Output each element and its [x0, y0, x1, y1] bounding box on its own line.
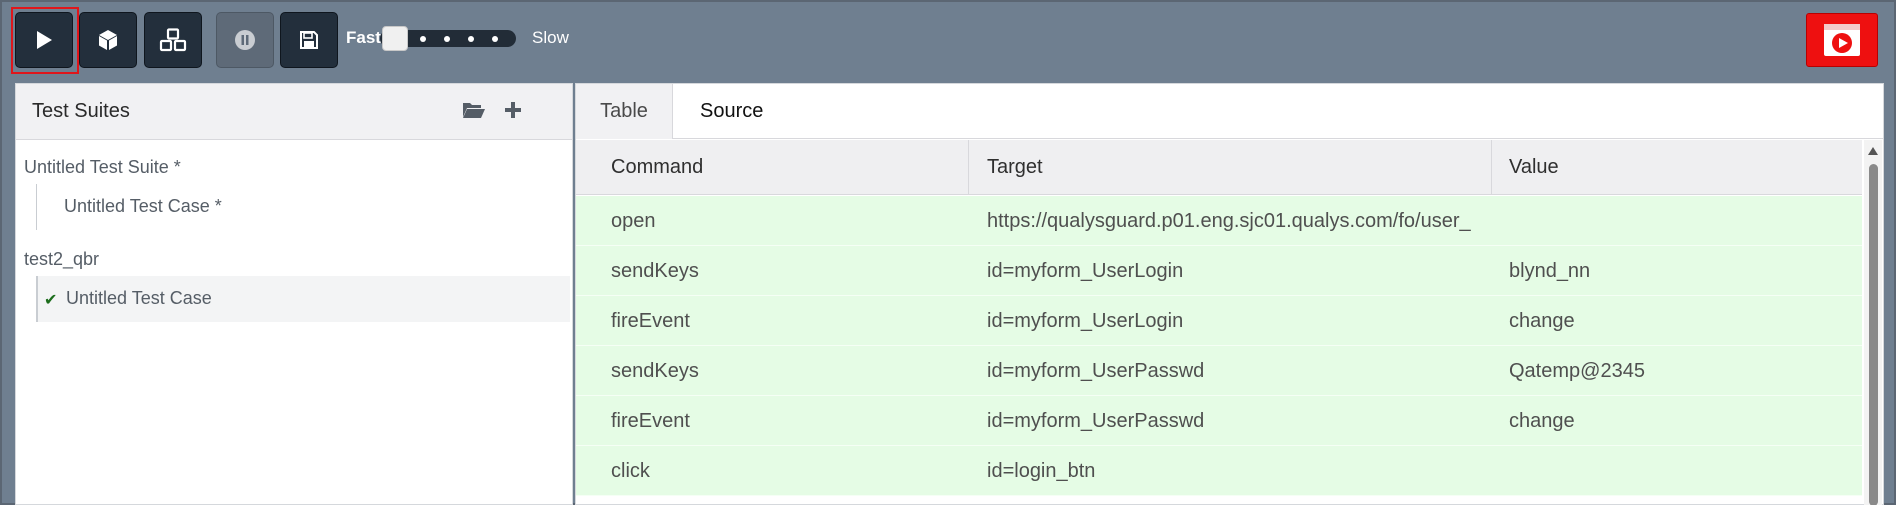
save-icon [300, 31, 318, 49]
value-cell: change [1509, 410, 1575, 432]
plus-icon[interactable] [504, 101, 522, 124]
suite-item[interactable]: test2_qbr [24, 249, 99, 270]
panel-header: Test Suites [16, 84, 572, 140]
folder-open-icon[interactable] [462, 100, 486, 125]
table-row[interactable]: sendKeys id=myform_UserLogin blynd_nn [576, 246, 1862, 296]
value-cell: change [1509, 310, 1575, 332]
speed-slider[interactable] [380, 26, 516, 51]
toolbar: Fast Slow [0, 0, 1896, 80]
run-test-button[interactable] [79, 12, 137, 68]
target-cell: id=myform_UserPasswd [987, 410, 1205, 432]
speed-step [420, 36, 426, 42]
target-cell: id=myform_UserLogin [987, 310, 1184, 332]
column-divider [1491, 140, 1492, 195]
table-header: Command Target Value [576, 140, 1862, 195]
column-header-value[interactable]: Value [1509, 156, 1559, 179]
editor-panel: Table Source Command Target Value open h… [575, 83, 1884, 505]
run-all-button[interactable] [144, 12, 202, 68]
table-row[interactable]: fireEvent id=myform_UserPasswd change [576, 396, 1862, 446]
test-case-item[interactable]: Untitled Test Case * [36, 184, 570, 230]
test-case-label: Untitled Test Case [66, 288, 212, 308]
target-cell: id=login_btn [987, 460, 1096, 482]
speed-slider-handle[interactable] [382, 26, 408, 51]
target-cell: https://qualysguard.p01.eng.sjc01.qualys… [987, 210, 1471, 232]
table-row[interactable]: click id=login_btn [576, 446, 1862, 496]
table-row[interactable]: sendKeys id=myform_UserPasswd Qatemp@234… [576, 346, 1862, 396]
scrollbar-thumb[interactable] [1869, 164, 1878, 505]
record-icon [1824, 24, 1860, 56]
table-row[interactable]: fireEvent id=myform_UserLogin change [576, 296, 1862, 346]
value-cell: Qatemp@2345 [1509, 360, 1645, 382]
command-table: Command Target Value open https://qualys… [576, 140, 1862, 505]
speed-slow-label: Slow [532, 28, 569, 47]
value-cell: blynd_nn [1509, 260, 1591, 282]
command-cell: sendKeys [611, 360, 699, 382]
command-cell: sendKeys [611, 260, 699, 282]
command-cell: fireEvent [611, 410, 690, 432]
column-divider [968, 140, 969, 195]
test-case-item-selected[interactable]: ✔ Untitled Test Case [36, 276, 570, 322]
speed-step [444, 36, 450, 42]
target-cell: id=myform_UserPasswd [987, 360, 1205, 382]
speed-step [492, 36, 498, 42]
speed-step [468, 36, 474, 42]
command-cell: open [611, 210, 656, 232]
column-header-command[interactable]: Command [611, 156, 703, 179]
panel-title: Test Suites [32, 100, 130, 122]
test-case-label: Untitled Test Case * [64, 196, 222, 216]
speed-fast-label: Fast [346, 28, 381, 47]
editor-tabs: Table Source [576, 84, 1883, 139]
vertical-scrollbar[interactable] [1864, 140, 1882, 505]
command-cell: fireEvent [611, 310, 690, 332]
play-icon [37, 31, 52, 49]
command-cell: click [611, 460, 650, 482]
cubes-icon [159, 28, 187, 52]
check-icon: ✔ [44, 292, 58, 309]
target-cell: id=myform_UserLogin [987, 260, 1184, 282]
pause-button[interactable] [216, 12, 274, 68]
cube-icon [99, 30, 117, 50]
column-header-target[interactable]: Target [987, 156, 1043, 179]
save-button[interactable] [280, 12, 338, 68]
suite-item[interactable]: Untitled Test Suite * [24, 157, 181, 178]
tab-source[interactable]: Source [700, 84, 763, 139]
scroll-up-arrow-icon[interactable] [1867, 146, 1879, 156]
test-suites-panel: Test Suites Untitled Test Suite * Untitl… [15, 83, 573, 505]
tab-table[interactable]: Table [576, 84, 673, 139]
pause-icon [235, 30, 255, 50]
play-button[interactable] [15, 12, 73, 68]
record-button[interactable] [1806, 13, 1878, 67]
table-row[interactable]: open https://qualysguard.p01.eng.sjc01.q… [576, 196, 1862, 246]
